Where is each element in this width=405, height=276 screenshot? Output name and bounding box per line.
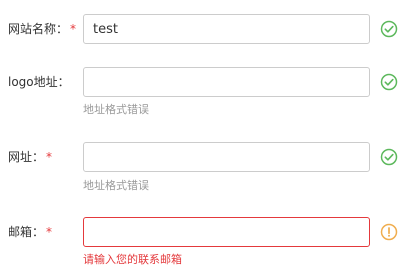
- check-circle-icon: [380, 148, 398, 166]
- exclamation-circle-icon: [380, 223, 398, 241]
- logo-url-input[interactable]: [83, 67, 370, 97]
- logo-url-label: logo地址：: [8, 75, 70, 89]
- required-mark: *: [46, 150, 53, 164]
- email-label: 邮箱： *: [8, 225, 53, 239]
- email-error-message: 请输入您的联系邮箱: [83, 253, 182, 266]
- logo-url-hint: 地址格式错误: [83, 103, 149, 116]
- check-circle-icon: [380, 20, 398, 38]
- site-name-label: 网站名称： *: [8, 22, 77, 36]
- website-hint: 地址格式错误: [83, 179, 149, 192]
- website-label: 网址： *: [8, 150, 53, 164]
- email-input[interactable]: [83, 217, 370, 247]
- required-mark: *: [70, 22, 77, 36]
- required-mark: *: [46, 225, 53, 239]
- website-input[interactable]: [83, 142, 370, 172]
- check-circle-icon: [380, 73, 398, 91]
- site-name-input[interactable]: [83, 14, 370, 44]
